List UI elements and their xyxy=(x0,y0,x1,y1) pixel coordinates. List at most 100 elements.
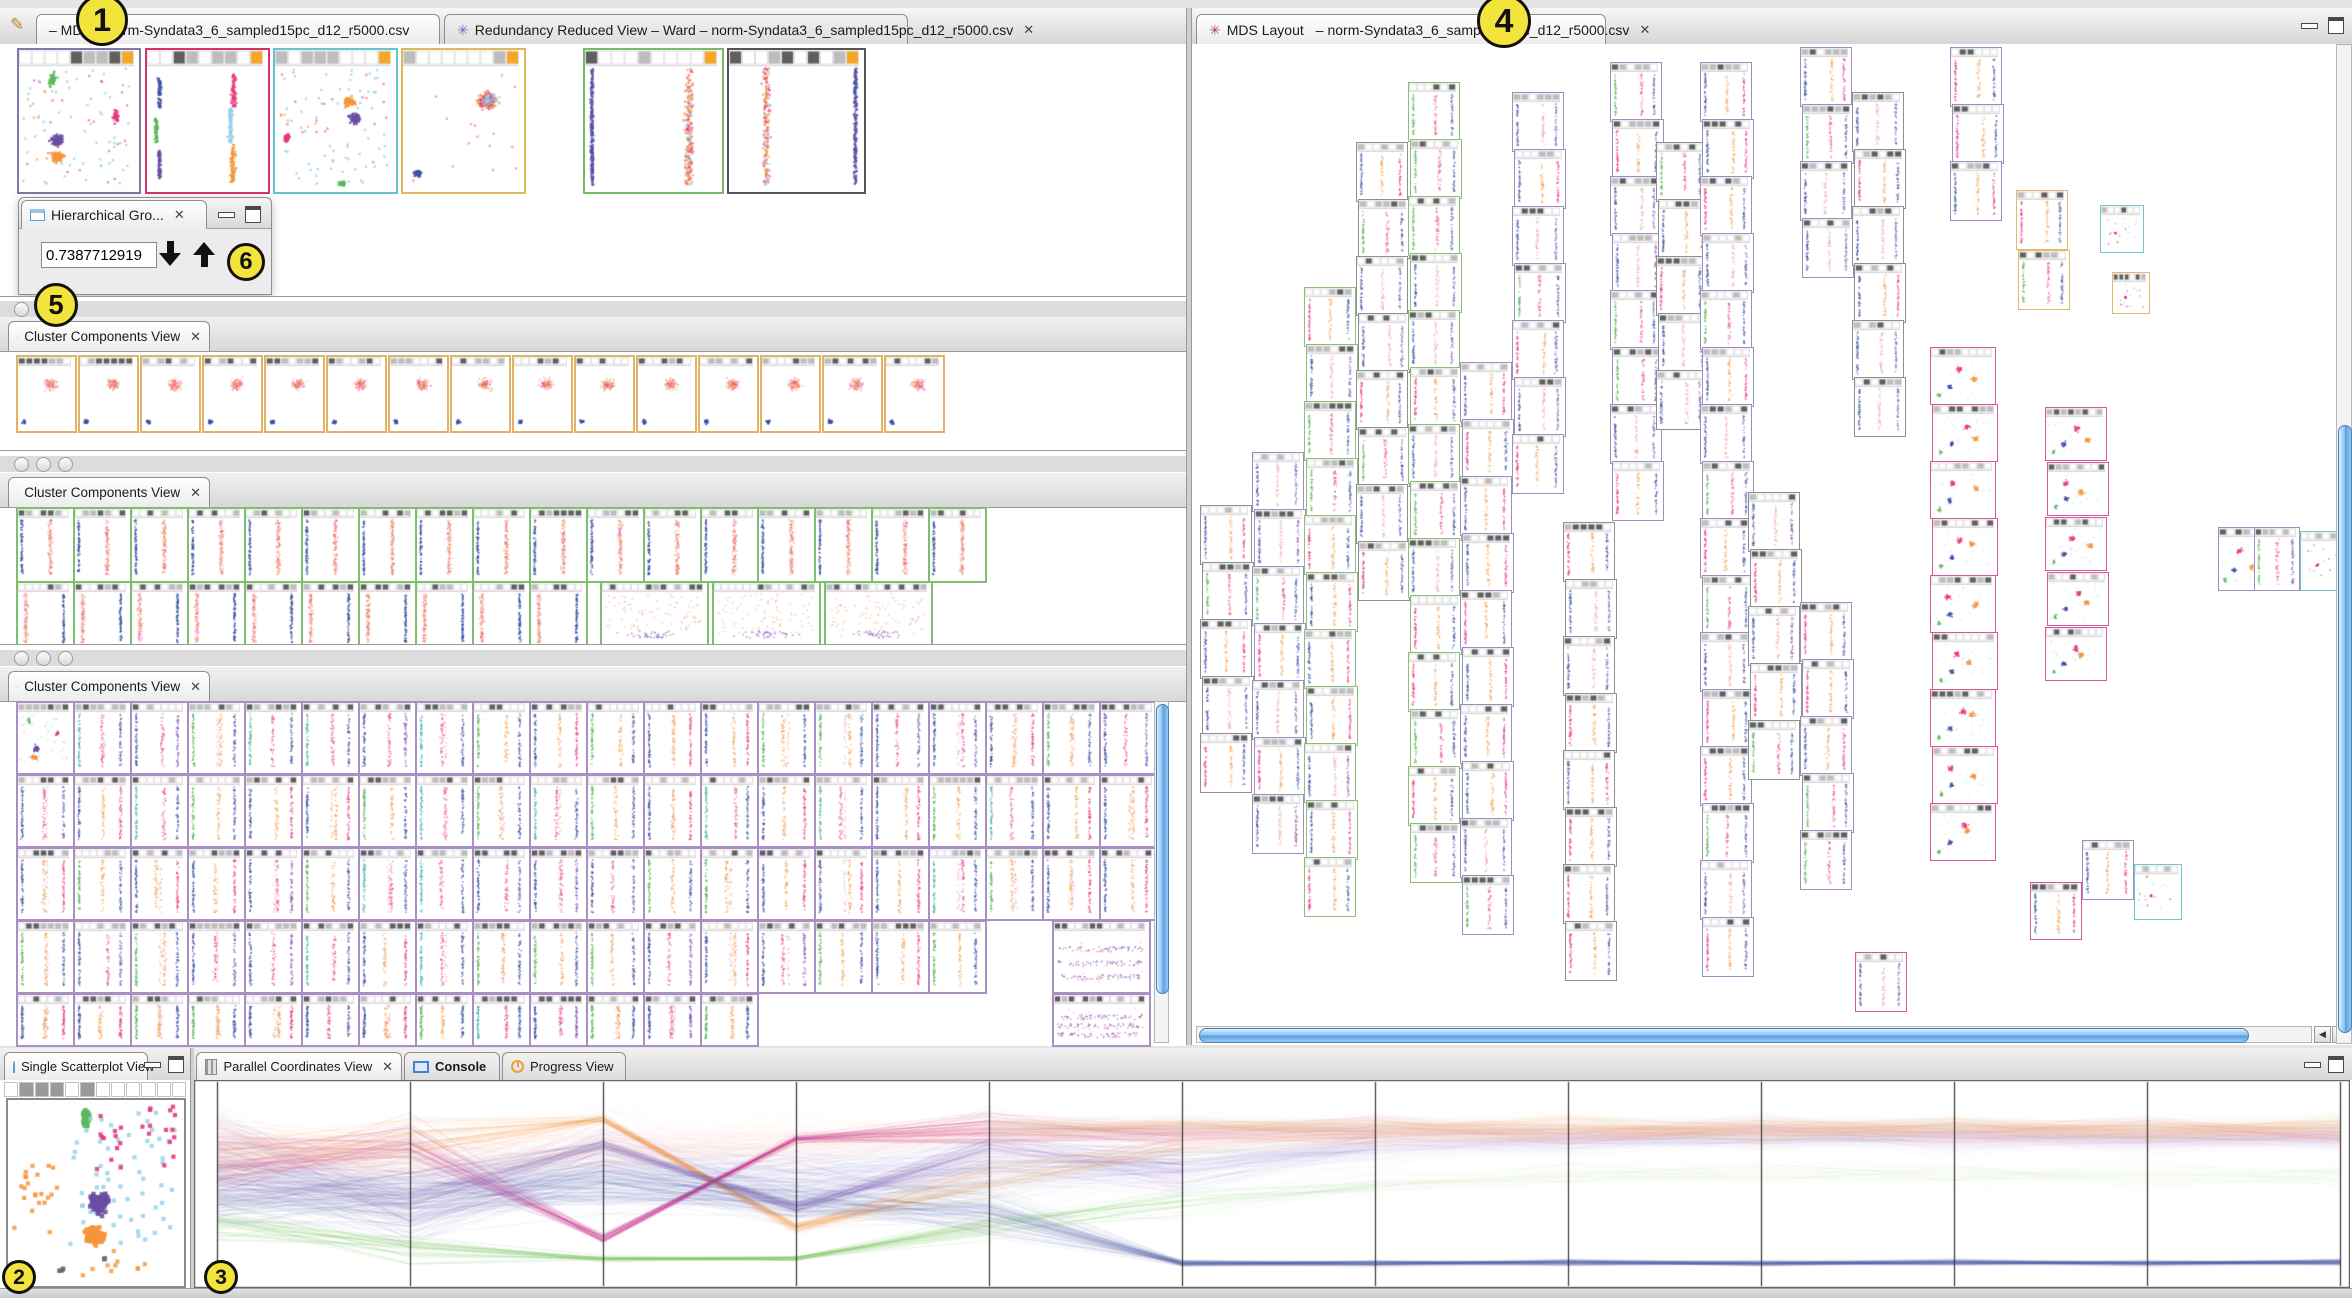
cluster-component-plot[interactable] xyxy=(643,701,702,775)
parallel-coordinates-canvas[interactable] xyxy=(194,1080,2350,1288)
cluster-component-plot[interactable] xyxy=(529,507,588,583)
mds-node-thumbnail[interactable] xyxy=(1462,419,1514,479)
ccv-vertical-scrollbar[interactable] xyxy=(1154,701,1169,1043)
cluster-component-plot[interactable] xyxy=(472,993,531,1047)
cluster-component-plot[interactable] xyxy=(884,355,945,433)
cluster-component-plot[interactable] xyxy=(529,774,588,848)
close-icon[interactable]: ✕ xyxy=(190,679,201,695)
cluster-component-plot[interactable] xyxy=(16,847,75,921)
mds-node-thumbnail[interactable] xyxy=(1565,807,1617,867)
cluster-component-plot[interactable] xyxy=(244,507,303,583)
mds-node-thumbnail[interactable] xyxy=(1408,82,1460,142)
mds-node-thumbnail[interactable] xyxy=(1800,161,1852,221)
mds-vertical-scrollbar[interactable] xyxy=(2336,44,2352,1044)
mds-node-thumbnail[interactable] xyxy=(1356,370,1408,430)
panel-control-dot[interactable] xyxy=(14,651,29,666)
mds-node-thumbnail[interactable] xyxy=(1410,253,1462,313)
cluster-component-plot[interactable] xyxy=(301,581,360,651)
mds-node-thumbnail[interactable] xyxy=(1460,818,1512,878)
mds-node-thumbnail[interactable] xyxy=(1358,199,1410,259)
mds-node-thumbnail[interactable] xyxy=(1800,716,1852,776)
mds-node-thumbnail[interactable] xyxy=(1304,401,1356,461)
mds-node-thumbnail[interactable] xyxy=(1512,206,1564,266)
mds-node-thumbnail[interactable] xyxy=(1700,632,1752,692)
cluster-component-plot[interactable] xyxy=(757,774,816,848)
cluster-component-plot[interactable] xyxy=(757,920,816,994)
cluster-component-plot[interactable] xyxy=(140,355,201,433)
mds-node-thumbnail[interactable] xyxy=(1306,572,1358,632)
mds-horizontal-scrollbar[interactable] xyxy=(1196,1026,2312,1043)
cluster-component-plot[interactable] xyxy=(757,507,816,583)
mds-node-thumbnail[interactable] xyxy=(1252,680,1304,740)
cluster-component-plot[interactable] xyxy=(16,581,75,651)
mds-node-thumbnail[interactable] xyxy=(1702,575,1754,635)
mds-node-thumbnail[interactable] xyxy=(1304,287,1356,347)
cluster-component-plot[interactable] xyxy=(16,993,75,1047)
close-icon[interactable]: ✕ xyxy=(190,329,201,345)
cluster-component-plot[interactable] xyxy=(78,355,139,433)
close-icon[interactable]: ✕ xyxy=(190,485,201,501)
mds-node-thumbnail[interactable] xyxy=(1930,575,1996,633)
cluster-component-plot[interactable] xyxy=(529,847,588,921)
cluster-component-plot[interactable] xyxy=(871,774,930,848)
mds-node-thumbnail[interactable] xyxy=(1852,206,1904,266)
cluster-component-plot[interactable] xyxy=(358,581,417,651)
cluster-component-plot[interactable] xyxy=(1042,847,1101,921)
mds-node-thumbnail[interactable] xyxy=(1462,875,1514,935)
mds-node-thumbnail[interactable] xyxy=(1612,461,1664,521)
tab-progress-view[interactable]: Progress View xyxy=(502,1052,626,1080)
cluster-component-plot[interactable] xyxy=(388,355,449,433)
cluster-component-plot[interactable] xyxy=(1099,701,1158,775)
panel-control-dot[interactable] xyxy=(58,457,73,472)
cluster-component-plot[interactable] xyxy=(415,701,474,775)
cluster-component-plot[interactable] xyxy=(985,847,1044,921)
cluster-component-plot[interactable] xyxy=(814,701,873,775)
panel-control-dot[interactable] xyxy=(58,651,73,666)
tab-cluster-components-view[interactable]: Cluster Components View✕ xyxy=(8,321,210,351)
cluster-component-plot[interactable] xyxy=(700,920,759,994)
mds-node-thumbnail[interactable] xyxy=(1610,62,1662,122)
cluster-component-plot[interactable] xyxy=(301,847,360,921)
mds-node-thumbnail[interactable] xyxy=(1700,746,1752,806)
maximize-icon[interactable] xyxy=(245,206,261,223)
mds-node-thumbnail[interactable] xyxy=(1700,404,1752,464)
mds-node-thumbnail[interactable] xyxy=(1950,161,2002,221)
mds-node-thumbnail[interactable] xyxy=(1950,47,2002,107)
cluster-component-plot[interactable] xyxy=(358,993,417,1047)
mds-node-thumbnail[interactable] xyxy=(1408,196,1460,256)
cluster-component-plot[interactable] xyxy=(760,355,821,433)
mds-node-thumbnail[interactable] xyxy=(2047,462,2109,516)
mds-node-thumbnail[interactable] xyxy=(1460,362,1512,422)
mds-node-thumbnail[interactable] xyxy=(1408,538,1460,598)
mds-node-thumbnail[interactable] xyxy=(1514,263,1566,323)
close-icon[interactable]: ✕ xyxy=(382,1059,393,1075)
maximize-icon[interactable] xyxy=(168,1056,184,1073)
mds-node-thumbnail[interactable] xyxy=(1306,686,1358,746)
tab-single-scatterplot-view[interactable]: Single Scatterplot View xyxy=(4,1052,148,1080)
mds-node-thumbnail[interactable] xyxy=(1254,509,1306,569)
mds-node-thumbnail[interactable] xyxy=(1610,404,1662,464)
tab-mds-layout[interactable]: ✳ MDS Layout – norm-Syndata3_6_sampled15… xyxy=(1196,14,1606,44)
cluster-component-plot[interactable] xyxy=(301,920,360,994)
cluster-component-plot[interactable] xyxy=(130,774,189,848)
mds-node-thumbnail[interactable] xyxy=(1306,344,1358,404)
mds-node-thumbnail[interactable] xyxy=(1200,619,1252,679)
mds-node-thumbnail[interactable] xyxy=(2030,882,2082,940)
mds-node-thumbnail[interactable] xyxy=(1460,590,1512,650)
mds-node-thumbnail[interactable] xyxy=(2045,517,2107,571)
mds-node-thumbnail[interactable] xyxy=(1932,746,1998,804)
dimension-cell[interactable] xyxy=(4,1082,18,1097)
mds-node-thumbnail[interactable] xyxy=(1304,857,1356,917)
mds-node-thumbnail[interactable] xyxy=(1930,347,1996,405)
cluster-component-plot[interactable] xyxy=(757,701,816,775)
cluster-component-plot[interactable] xyxy=(1042,774,1101,848)
mds-node-thumbnail[interactable] xyxy=(1254,737,1306,797)
cluster-component-plot[interactable] xyxy=(415,581,474,651)
cluster-component-plot[interactable] xyxy=(73,701,132,775)
mds-node-thumbnail[interactable] xyxy=(1700,290,1752,350)
scrollbar-thumb[interactable] xyxy=(1156,704,1169,994)
mds-node-thumbnail[interactable] xyxy=(1563,522,1615,582)
mds-node-thumbnail[interactable] xyxy=(1410,595,1462,655)
hierarchical-dialog-header[interactable]: Hierarchical Gro... ✕ xyxy=(19,198,271,229)
cluster-component-plot[interactable] xyxy=(529,581,588,651)
